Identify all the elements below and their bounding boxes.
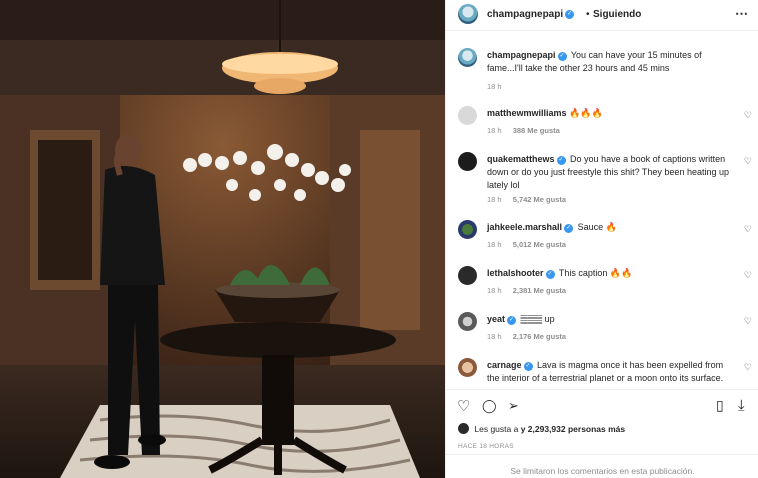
comment-avatar[interactable] bbox=[458, 312, 477, 331]
comment-text: This caption 🔥🔥 bbox=[558, 268, 633, 278]
verified-badge-icon: ✓ bbox=[557, 52, 567, 61]
comment-text-block: quakematthews ✓ Do you have a book of cap… bbox=[487, 153, 737, 192]
comment-avatar[interactable] bbox=[458, 266, 477, 285]
likes-summary[interactable]: Les gusta a y 2,293,932 personas más bbox=[458, 423, 625, 434]
caption-text-block: champagnepapi ✓ You can have your 15 minu… bbox=[487, 49, 737, 75]
comment-text: Lava is magma once it has been expelled … bbox=[487, 360, 724, 383]
comment-meta: 18 h 2,381 Me gusta bbox=[487, 286, 575, 295]
author-username[interactable]: champagnepapi bbox=[487, 9, 563, 20]
like-comment-heart-icon[interactable]: ♡ bbox=[744, 362, 752, 373]
comment-likes[interactable]: 5,012 Me gusta bbox=[513, 240, 566, 249]
comment-likes[interactable]: 5,742 Me gusta bbox=[513, 195, 566, 204]
verified-badge-icon: ✓ bbox=[565, 10, 574, 19]
comment-text-block: carnage ✓ Lava is magma once it has been … bbox=[487, 359, 737, 385]
following-button[interactable]: Siguiendo bbox=[593, 9, 641, 20]
comment-avatar[interactable] bbox=[458, 152, 477, 171]
likes-count-text[interactable]: y 2,293,932 personas más bbox=[521, 424, 625, 434]
comment-meta: 18 h 388 Me gusta bbox=[487, 126, 569, 135]
verified-badge-icon: ✓ bbox=[523, 362, 533, 371]
comment-text: 🔥🔥🔥 bbox=[569, 108, 603, 118]
like-comment-heart-icon[interactable]: ♡ bbox=[744, 156, 752, 167]
comment-likes[interactable]: 2,381 Me gusta bbox=[513, 286, 566, 295]
comment-avatar[interactable] bbox=[458, 358, 477, 377]
download-icon[interactable]: ⤓ bbox=[738, 397, 745, 414]
post-side-panel: champagnepapi ✓ • Siguiendo ⋯ champagnep… bbox=[445, 0, 758, 478]
like-comment-heart-icon[interactable]: ♡ bbox=[744, 224, 752, 235]
comment-meta: 18 h 5,012 Me gusta bbox=[487, 240, 575, 249]
verified-badge-icon: ✓ bbox=[507, 316, 517, 325]
comment-username[interactable]: jahkeele.marshall bbox=[487, 222, 562, 232]
save-bookmark-icon[interactable]: ▯ bbox=[716, 397, 724, 414]
comments-limited-notice: Se limitaron los comentarios en esta pub… bbox=[510, 466, 695, 476]
like-comment-heart-icon[interactable]: ♡ bbox=[744, 110, 752, 121]
verified-badge-icon: ✓ bbox=[545, 270, 555, 279]
photo-illustration bbox=[0, 0, 445, 478]
comment-text-block: lethalshooter ✓ This caption 🔥🔥 bbox=[487, 267, 737, 280]
comment-time: 18 h bbox=[487, 286, 502, 295]
post-photo bbox=[0, 0, 445, 478]
comment-text-block: matthewmwilliams 🔥🔥🔥 bbox=[487, 107, 737, 120]
like-comment-heart-icon[interactable]: ♡ bbox=[744, 270, 752, 281]
comment-text-block: jahkeele.marshall ✓ Sauce 🔥 bbox=[487, 221, 737, 234]
likes-prefix: Les gusta a bbox=[474, 424, 519, 434]
author-avatar[interactable] bbox=[458, 4, 478, 24]
comment-username[interactable]: yeat bbox=[487, 314, 505, 324]
header-separator: • bbox=[586, 9, 590, 20]
post-header: champagnepapi ✓ • Siguiendo ⋯ bbox=[446, 0, 758, 31]
liker-avatar bbox=[458, 423, 469, 434]
verified-badge-icon: ✓ bbox=[556, 156, 566, 165]
comment-username[interactable]: carnage bbox=[487, 360, 522, 370]
comment-avatar[interactable] bbox=[458, 106, 477, 125]
comment-avatar[interactable] bbox=[458, 220, 477, 239]
caption-avatar[interactable] bbox=[458, 48, 477, 67]
caption-time: 18 h bbox=[487, 82, 502, 91]
posted-time: HACE 18 HORAS bbox=[458, 443, 514, 450]
comment-username[interactable]: matthewmwilliams bbox=[487, 108, 567, 118]
comment-meta: 18 h 2,176 Me gusta bbox=[487, 332, 575, 341]
comment-time: 18 h bbox=[487, 195, 502, 204]
comment-likes[interactable]: 2,176 Me gusta bbox=[513, 332, 566, 341]
more-options-icon[interactable]: ⋯ bbox=[735, 6, 749, 22]
comment-likes[interactable]: 388 Me gusta bbox=[513, 126, 560, 135]
like-heart-icon[interactable]: ♡ bbox=[457, 397, 470, 415]
share-send-icon[interactable]: ➢ bbox=[508, 398, 519, 414]
comment-meta: 18 h 5,742 Me gusta bbox=[487, 195, 575, 204]
comment-username[interactable]: quakematthews bbox=[487, 154, 555, 164]
caption-meta: 18 h bbox=[487, 82, 511, 91]
comment-text-block: yeat ✓ 𝄛𝄛𝄛 up bbox=[487, 313, 737, 326]
comment-text: Sauce 🔥 bbox=[577, 222, 617, 232]
comment-time: 18 h bbox=[487, 332, 502, 341]
comment-bubble-icon[interactable]: ◯ bbox=[482, 398, 497, 414]
verified-badge-icon: ✓ bbox=[564, 224, 574, 233]
caption-username[interactable]: champagnepapi bbox=[487, 50, 556, 60]
comment-text: 𝄛𝄛𝄛 up bbox=[520, 314, 555, 324]
comment-time: 18 h bbox=[487, 240, 502, 249]
comment-username[interactable]: lethalshooter bbox=[487, 268, 544, 278]
post-actions-bar: ♡ ◯ ➢ ▯ ⤓ Les gusta a y 2,293,932 person… bbox=[446, 389, 758, 476]
like-comment-heart-icon[interactable]: ♡ bbox=[744, 316, 752, 327]
comment-time: 18 h bbox=[487, 126, 502, 135]
divider bbox=[446, 454, 758, 455]
